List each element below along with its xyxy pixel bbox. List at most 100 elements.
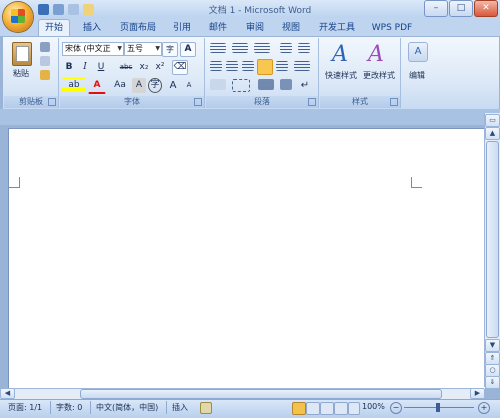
scroll-up-icon[interactable]: ▲ [485,127,500,140]
multilevel-list-icon[interactable] [254,43,270,53]
zoom-slider-thumb[interactable] [436,403,440,412]
tab-references[interactable]: 引用 [168,20,196,36]
char-border-button[interactable]: A [180,42,196,57]
align-right-icon[interactable] [242,61,254,71]
tab-review[interactable]: 审阅 [241,20,269,36]
status-separator [50,401,51,414]
shrink-font-button[interactable]: A [182,78,196,93]
group-label-font: 字体 [60,96,204,108]
underline-button[interactable]: U [94,60,108,75]
tab-page-layout[interactable]: 页面布局 [115,20,161,36]
format-painter-icon[interactable] [40,70,50,80]
quick-styles-label[interactable]: 快速样式 [322,70,360,81]
tab-mailings[interactable]: 邮件 [204,20,232,36]
margin-corner-right [411,177,422,188]
bold-button[interactable]: B [62,60,76,75]
status-page[interactable]: 页面: 1/1 [8,402,42,413]
align-center-icon[interactable] [226,61,238,71]
tab-view[interactable]: 视图 [277,20,305,36]
zoom-out-icon[interactable]: − [390,402,402,414]
clear-formatting-button[interactable]: ⌫ [172,60,188,75]
horizontal-scroll-thumb[interactable] [80,389,442,399]
shading-icon[interactable] [210,79,226,90]
save-icon[interactable] [38,4,49,15]
numbering-icon[interactable] [232,43,248,53]
paste-label[interactable]: 粘贴 [8,68,34,79]
grow-font-button[interactable]: A [166,78,180,93]
tab-wps-pdf[interactable]: WPS PDF [368,20,416,36]
undo-icon[interactable] [53,4,64,15]
ruler-toggle-icon[interactable]: ▭ [485,114,500,127]
chinese-layout-icon[interactable] [258,79,274,90]
status-language[interactable]: 中文(简体，中国) [96,402,158,413]
minimize-button[interactable]: – [424,0,448,17]
clipboard-launcher-icon[interactable] [48,98,56,106]
strikethrough-button[interactable]: abc [116,60,136,75]
zoom-in-icon[interactable]: + [478,402,490,414]
bullets-icon[interactable] [210,43,226,53]
quick-styles-icon[interactable]: A [332,42,348,67]
font-launcher-icon[interactable] [194,98,202,106]
zoom-level[interactable]: 100% [362,402,385,411]
text-highlight-button[interactable]: ab [62,78,86,93]
italic-button[interactable]: I [78,60,92,75]
window-controls: – □ ✕ [424,0,498,17]
scroll-left-icon[interactable]: ◀ [0,388,15,399]
char-shading-button[interactable]: A [132,78,146,93]
draft-view-icon[interactable] [348,402,360,415]
borders-icon[interactable] [232,79,250,92]
full-screen-reading-icon[interactable] [306,402,320,415]
decrease-indent-icon[interactable] [280,43,292,53]
maximize-button[interactable]: □ [449,0,473,17]
change-case-button[interactable]: Aa [110,78,130,93]
group-font: 宋体 (中文正 ▼ 五号 ▼ 字 A B I U abc x₂ x² ⌫ ab A … [60,38,205,108]
sort-icon[interactable] [280,79,292,90]
copy-icon[interactable] [40,56,50,66]
tab-home[interactable]: 开始 [38,19,70,37]
tab-insert[interactable]: 插入 [78,20,106,36]
status-word-count[interactable]: 字数: 0 [56,402,82,413]
window-title: 文档 1 - Microsoft Word [208,6,312,16]
distributed-icon[interactable] [276,61,288,71]
font-name-combo[interactable]: 宋体 (中文正 ▼ [62,42,124,56]
show-marks-icon[interactable]: ↵ [298,78,312,93]
close-button[interactable]: ✕ [474,0,498,17]
line-spacing-icon[interactable] [294,61,310,71]
office-button[interactable] [3,2,33,32]
find-icon[interactable]: A [408,42,428,62]
macro-record-icon[interactable] [200,402,212,414]
next-page-icon[interactable]: ⇓ [485,376,500,389]
increase-indent-icon[interactable] [298,43,310,53]
font-size-combo[interactable]: 五号 ▼ [124,42,162,56]
status-insert-mode[interactable]: 插入 [172,402,188,413]
paste-page-icon [16,46,29,62]
cut-icon[interactable] [40,42,50,52]
change-styles-label[interactable]: 更改样式 [360,70,398,81]
superscript-button[interactable]: x² [152,60,168,75]
group-clipboard: 粘贴 剪贴板 [4,38,59,108]
ruler-strip [0,109,500,125]
chevron-down-icon: ▼ [117,45,122,52]
print-layout-view-icon[interactable] [292,402,306,415]
styles-launcher-icon[interactable] [390,98,398,106]
change-styles-icon[interactable]: A [368,42,384,67]
outline-view-icon[interactable] [334,402,348,415]
vertical-scroll-thumb[interactable] [486,141,499,338]
scroll-down-icon[interactable]: ▼ [485,339,500,352]
justify-icon[interactable] [257,59,273,75]
group-label-styles: 样式 [320,96,400,108]
document-page[interactable] [8,128,485,389]
align-left-icon[interactable] [210,61,222,71]
tab-developer[interactable]: 开发工具 [314,20,360,36]
web-layout-icon[interactable] [320,402,334,415]
editing-label[interactable]: 编辑 [402,70,432,81]
phonetic-guide-button[interactable]: 字 [162,42,178,57]
redo-icon[interactable] [68,4,79,15]
paragraph-launcher-icon[interactable] [308,98,316,106]
scroll-right-icon[interactable]: ▶ [470,388,485,399]
print-preview-icon[interactable] [83,4,94,15]
font-color-button[interactable]: A [88,78,106,94]
font-size-value: 五号 [127,44,143,53]
enclose-chars-button[interactable]: 字 [148,78,162,93]
subscript-button[interactable]: x₂ [136,60,152,75]
